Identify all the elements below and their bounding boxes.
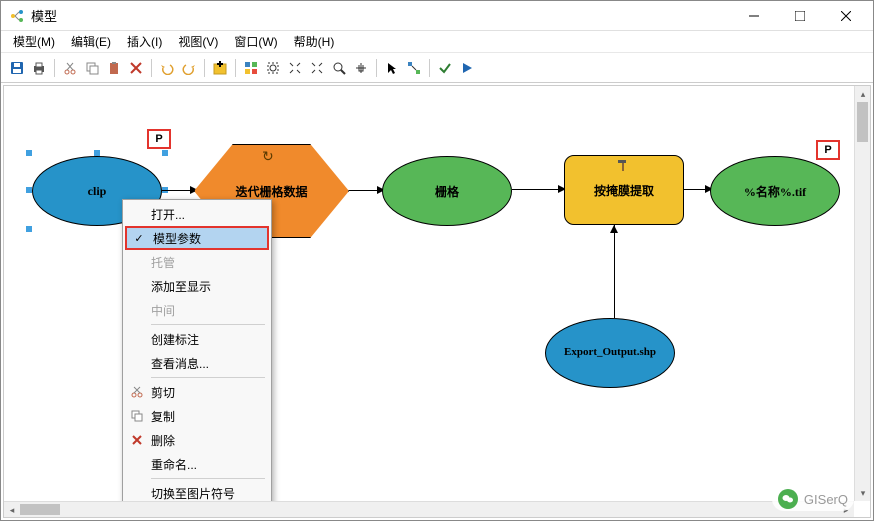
node-output[interactable]: %名称%.tif — [710, 156, 840, 226]
node-label: clip — [88, 184, 107, 199]
connector — [512, 189, 560, 190]
scroll-down-icon[interactable]: ▾ — [855, 485, 871, 501]
copy-icon — [129, 408, 145, 424]
scroll-thumb[interactable] — [857, 102, 868, 142]
magnifier-icon[interactable] — [329, 58, 349, 78]
app-window: 模型 模型(M) 编辑(E) 插入(I) 视图(V) 窗口(W) 帮助(H) — [0, 0, 874, 521]
parameter-marker: P — [147, 129, 171, 149]
ctx-model-params[interactable]: ✓ 模型参数 — [125, 226, 269, 250]
paste-icon[interactable] — [104, 58, 124, 78]
menu-help[interactable]: 帮助(H) — [286, 30, 343, 53]
selection-handle[interactable] — [26, 226, 32, 232]
node-raster[interactable]: 栅格 — [382, 156, 512, 226]
menu-window[interactable]: 窗口(W) — [226, 30, 285, 53]
ctx-open[interactable]: 打开... — [125, 202, 269, 226]
select-icon[interactable] — [382, 58, 402, 78]
layout-icon[interactable] — [241, 58, 261, 78]
validate-icon[interactable] — [435, 58, 455, 78]
connect-icon[interactable] — [404, 58, 424, 78]
minimize-button[interactable] — [731, 2, 777, 30]
redo-icon[interactable] — [179, 58, 199, 78]
window-title: 模型 — [31, 6, 731, 25]
zoom-extent-icon[interactable] — [263, 58, 283, 78]
titlebar: 模型 — [1, 1, 873, 31]
run-icon[interactable] — [457, 58, 477, 78]
wechat-icon — [778, 489, 798, 509]
maximize-button[interactable] — [777, 2, 823, 30]
add-data-icon[interactable] — [210, 58, 230, 78]
ctx-copy[interactable]: 复制 — [125, 404, 269, 428]
cut-icon — [129, 384, 145, 400]
close-button[interactable] — [823, 2, 869, 30]
ctx-managed: 托管 — [125, 250, 269, 274]
node-label: 按掩膜提取 — [594, 182, 654, 199]
ctx-add-to-display[interactable]: 添加至显示 — [125, 274, 269, 298]
check-icon: ✓ — [131, 230, 147, 246]
menu-view[interactable]: 视图(V) — [170, 30, 226, 53]
menu-edit[interactable]: 编辑(E) — [63, 30, 119, 53]
zoom-out-icon[interactable] — [307, 58, 327, 78]
connector — [684, 189, 707, 190]
menu-separator — [151, 478, 265, 479]
watermark: GISerQ — [772, 487, 854, 511]
ctx-intermediate: 中间 — [125, 298, 269, 322]
app-icon — [9, 8, 25, 24]
node-label: 迭代栅格数据 — [235, 183, 307, 200]
pan-icon[interactable] — [351, 58, 371, 78]
scroll-left-icon[interactable]: ◂ — [4, 502, 20, 518]
save-icon[interactable] — [7, 58, 27, 78]
cut-icon[interactable] — [60, 58, 80, 78]
cycle-icon: ↻ — [262, 148, 274, 165]
node-export[interactable]: Export_Output.shp — [545, 318, 675, 388]
ctx-cut[interactable]: 剪切 — [125, 380, 269, 404]
menu-separator — [151, 324, 265, 325]
copy-icon[interactable] — [82, 58, 102, 78]
menu-model[interactable]: 模型(M) — [5, 30, 63, 53]
node-label: Export_Output.shp — [564, 346, 656, 359]
node-label: 栅格 — [435, 183, 459, 200]
selection-handle[interactable] — [26, 150, 32, 156]
connector — [349, 190, 379, 191]
ctx-delete[interactable]: 删除 — [125, 428, 269, 452]
context-menu: 打开... ✓ 模型参数 托管 添加至显示 中间 创建标注 查看消息... 剪切 — [122, 199, 272, 518]
selection-handle[interactable] — [162, 150, 168, 156]
scroll-thumb[interactable] — [20, 504, 60, 515]
undo-icon[interactable] — [157, 58, 177, 78]
arrow-head-icon — [610, 225, 618, 233]
hammer-icon — [616, 158, 630, 172]
toolbar — [1, 53, 873, 83]
parameter-marker: P — [816, 140, 840, 160]
scroll-up-icon[interactable]: ▴ — [855, 86, 871, 102]
connector — [614, 225, 615, 318]
node-label: %名称%.tif — [744, 183, 806, 200]
ctx-create-label[interactable]: 创建标注 — [125, 327, 269, 351]
menubar: 模型(M) 编辑(E) 插入(I) 视图(V) 窗口(W) 帮助(H) — [1, 31, 873, 53]
menu-separator — [151, 377, 265, 378]
horizontal-scrollbar[interactable]: ◂ ▸ — [4, 501, 854, 517]
delete-icon — [129, 432, 145, 448]
print-icon[interactable] — [29, 58, 49, 78]
connector — [162, 190, 192, 191]
delete-icon[interactable] — [126, 58, 146, 78]
menu-insert[interactable]: 插入(I) — [119, 30, 170, 53]
model-canvas[interactable]: P P clip 迭代栅格数据 ↻ 栅格 — [4, 86, 870, 517]
ctx-view-messages[interactable]: 查看消息... — [125, 351, 269, 375]
vertical-scrollbar[interactable]: ▴ ▾ — [854, 86, 870, 501]
zoom-in-icon[interactable] — [285, 58, 305, 78]
ctx-rename[interactable]: 重命名... — [125, 452, 269, 476]
watermark-text: GISerQ — [804, 492, 848, 507]
canvas-container: P P clip 迭代栅格数据 ↻ 栅格 — [3, 85, 871, 518]
